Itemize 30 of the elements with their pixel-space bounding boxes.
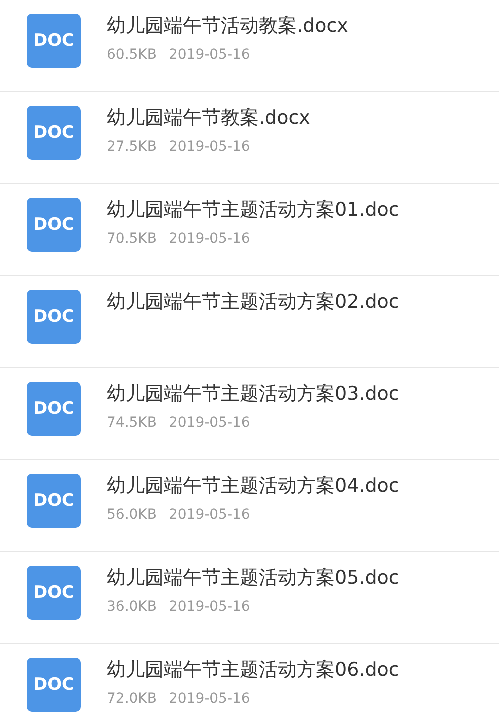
document-icon: DOC: [27, 474, 81, 528]
document-icon: DOC: [27, 382, 81, 436]
file-date: 2019-05-16: [168, 599, 250, 615]
file-date: 2019-05-16: [168, 47, 250, 63]
file-size: 27.5KB: [107, 139, 157, 155]
file-name[interactable]: 幼儿园端午节教案.docx: [107, 106, 310, 130]
document-icon: DOC: [27, 14, 81, 68]
document-icon: DOC: [27, 658, 81, 712]
file-name[interactable]: 幼儿园端午节主题活动方案03.doc: [107, 382, 400, 406]
document-icon: DOC: [27, 198, 81, 252]
file-date: 2019-05-16: [168, 139, 250, 155]
file-date: 2019-05-16: [168, 231, 250, 247]
file-size: 56.0KB: [107, 507, 157, 523]
document-icon: DOC: [27, 290, 81, 344]
file-date: 2019-05-16: [168, 415, 250, 431]
file-size: 74.5KB: [107, 415, 157, 431]
document-icon: DOC: [27, 566, 81, 620]
file-size: 72.0KB: [107, 691, 157, 707]
file-name[interactable]: 幼儿园端午节主题活动方案06.doc: [107, 658, 400, 682]
file-name[interactable]: 幼儿园端午节主题活动方案05.doc: [107, 566, 400, 590]
file-size: 36.0KB: [107, 599, 157, 615]
file-size: 70.5KB: [107, 231, 157, 247]
file-name[interactable]: 幼儿园端午节主题活动方案02.doc: [107, 290, 400, 314]
file-name[interactable]: 幼儿园端午节活动教案.docx: [107, 14, 348, 38]
file-size: 60.5KB: [107, 47, 157, 63]
file-name[interactable]: 幼儿园端午节主题活动方案01.doc: [107, 198, 400, 222]
file-name[interactable]: 幼儿园端午节主题活动方案04.doc: [107, 474, 400, 498]
file-date: 2019-05-16: [168, 691, 250, 707]
document-icon: DOC: [27, 106, 81, 160]
file-date: 2019-05-16: [168, 507, 250, 523]
